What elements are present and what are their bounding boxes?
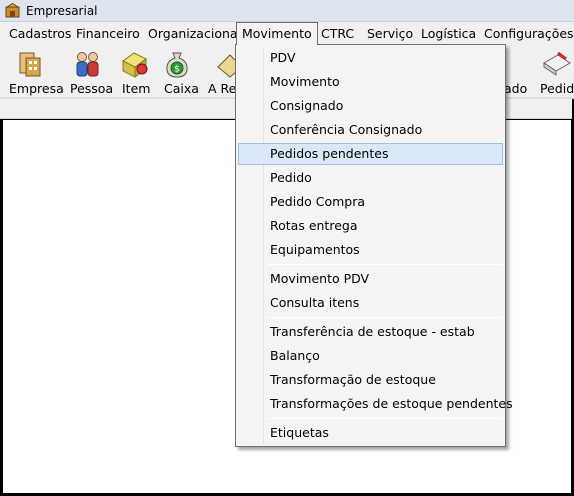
company-icon <box>19 52 41 77</box>
menu-item-transformacoes-pendentes[interactable]: Transformações de estoque pendentes <box>238 393 513 415</box>
menu-configuracoes[interactable]: Configurações <box>479 22 574 45</box>
menu-item-pedido[interactable]: Pedido <box>238 167 503 189</box>
menu-financeiro[interactable]: Financeiro <box>71 22 145 45</box>
menu-item-equipamentos[interactable]: Equipamentos <box>238 239 503 261</box>
toolbar-button-a-receber[interactable]: A Rec <box>202 45 236 97</box>
menu-item-rotas-entrega[interactable]: Rotas entrega <box>238 215 503 237</box>
app-logo-icon <box>5 3 20 18</box>
menu-item-consignado[interactable]: Consignado <box>238 95 503 117</box>
toolbar-button-item[interactable]: Item <box>118 45 154 97</box>
toolbar-label: Caixa <box>164 81 199 96</box>
menu-item-consulta-itens[interactable]: Consulta itens <box>238 292 503 314</box>
toolbar-button-empresa[interactable]: Empresa <box>0 45 64 97</box>
title-bar: Empresarial <box>0 0 574 22</box>
toolbar-label: ado <box>506 81 528 96</box>
menu-cadastros[interactable]: Cadastros <box>4 22 76 45</box>
toolbar-label: Empresa <box>9 81 64 96</box>
movimento-dropdown-menu: PDV Movimento Consignado Conferência Con… <box>235 44 513 447</box>
toolbar-label: Pedid <box>540 81 574 96</box>
svg-text:$: $ <box>174 65 180 75</box>
menu-ctrc[interactable]: CTRC <box>316 22 359 45</box>
menu-item-etiquetas[interactable]: Etiquetas <box>238 422 503 444</box>
menu-item-movimento[interactable]: Movimento <box>238 71 503 93</box>
toolbar-button-pedido[interactable]: Pedid <box>536 45 574 97</box>
item-icon <box>122 52 148 78</box>
toolbar-button-pessoa[interactable]: Pessoa <box>64 45 114 97</box>
menu-logistica[interactable]: Logística <box>416 22 481 45</box>
toolbar-label: A Rec <box>208 81 236 96</box>
menu-servico[interactable]: Serviço <box>362 22 418 45</box>
menu-item-conferencia-consignado[interactable]: Conferência Consignado <box>238 119 503 141</box>
toolbar-button-caixa[interactable]: $ Caixa <box>158 45 199 97</box>
menu-item-pedido-compra[interactable]: Pedido Compra <box>238 191 503 213</box>
menu-item-transferencia-estoque[interactable]: Transferência de estoque - estab <box>238 321 503 343</box>
receivable-icon <box>217 54 236 78</box>
toolbar-label: Item <box>122 81 151 96</box>
order-icon <box>543 51 571 76</box>
toolbar-button-partial[interactable]: ado <box>506 45 536 97</box>
toolbar-label: Pessoa <box>70 81 114 96</box>
people-icon <box>76 52 99 77</box>
menu-item-pedidos-pendentes[interactable]: Pedidos pendentes <box>238 143 503 165</box>
menu-separator <box>268 418 502 419</box>
menu-movimento[interactable]: Movimento <box>236 22 318 45</box>
window-title: Empresarial <box>26 4 98 18</box>
menu-bar: Cadastros Financeiro Organizacional Movi… <box>0 22 574 45</box>
menu-item-transformacao-estoque[interactable]: Transformação de estoque <box>238 369 503 391</box>
cash-bag-icon: $ <box>166 52 188 78</box>
application-window: Empresarial Cadastros Financeiro Organiz… <box>0 0 574 496</box>
menu-separator <box>268 317 502 318</box>
menu-item-movimento-pdv[interactable]: Movimento PDV <box>238 268 503 290</box>
menu-separator <box>268 264 502 265</box>
menu-item-balanco[interactable]: Balanço <box>238 345 503 367</box>
menu-organizacional[interactable]: Organizacional <box>143 22 246 45</box>
menu-item-pdv[interactable]: PDV <box>238 47 503 69</box>
